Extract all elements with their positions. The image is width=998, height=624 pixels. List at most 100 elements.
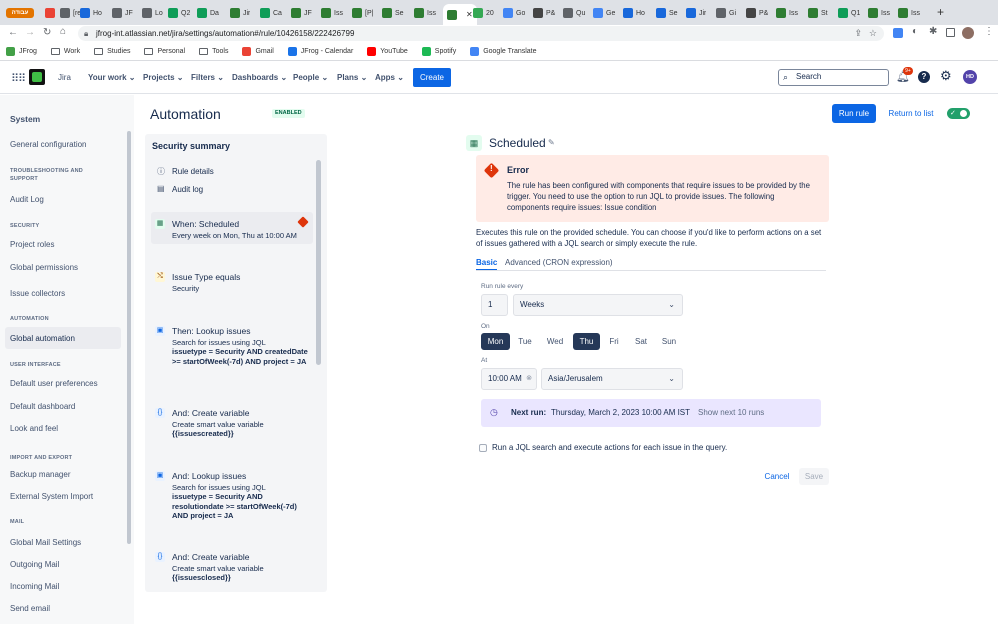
browser-tab[interactable]: Iss [321, 4, 343, 22]
browser-tab[interactable]: Q2 [168, 4, 190, 22]
day-toggle[interactable]: Thu [573, 333, 600, 350]
app-switcher-icon[interactable]: ⠿⠿ [11, 72, 26, 85]
interval-unit-select[interactable]: Weeks ⌄ [513, 294, 683, 316]
nav-apps[interactable]: Apps ⌄ [375, 73, 404, 82]
browser-tab[interactable]: P& [533, 4, 555, 22]
close-tab-icon[interactable]: ✕ [466, 10, 473, 19]
sidebar-item[interactable]: Global Mail Settings [10, 538, 81, 547]
browser-tab[interactable]: עבודה [6, 4, 34, 22]
jfrog-logo-icon[interactable] [29, 69, 45, 85]
browser-tab[interactable]: Se [382, 4, 404, 22]
component-title[interactable]: And: Lookup issues [172, 471, 246, 481]
interval-input[interactable]: 1 [481, 294, 508, 316]
component-title[interactable]: And: Create variable [172, 552, 250, 562]
browser-tab[interactable]: JF [112, 4, 133, 22]
browser-tab[interactable]: Ge [593, 4, 615, 22]
component-title[interactable]: When: Scheduled [172, 219, 239, 229]
sidebar-item[interactable]: Backup manager [10, 470, 70, 479]
url-bar[interactable]: 🔒︎ jfrog-int.atlassian.net/jira/settings… [78, 26, 884, 41]
tab-advanced[interactable]: Advanced (CRON expression) [505, 258, 613, 267]
bookmark[interactable]: Google Translate [470, 47, 537, 56]
reload-icon[interactable]: ↻ [43, 27, 51, 38]
day-toggle[interactable]: Sun [656, 333, 682, 350]
browser-tab[interactable]: Q1 [838, 4, 860, 22]
sidebar-item[interactable]: Global permissions [10, 263, 78, 272]
bookmark[interactable]: JFrog - Calendar [287, 47, 353, 56]
component-title[interactable]: And: Create variable [172, 408, 250, 418]
extension-icon[interactable]: ◐ [912, 26, 918, 37]
bookmark[interactable]: Personal [144, 48, 185, 55]
browser-tab[interactable]: Ho [80, 4, 102, 22]
star-icon[interactable]: ☆ [869, 26, 877, 41]
clear-icon[interactable]: ⊗ [526, 369, 532, 389]
day-toggle[interactable]: Mon [481, 333, 510, 350]
create-button[interactable]: Create [413, 68, 451, 87]
bookmark[interactable]: Work [50, 48, 80, 55]
day-toggle[interactable]: Wed [541, 333, 569, 350]
settings-gear-icon[interactable]: ⚙ [940, 68, 952, 84]
sidebar-item[interactable]: Project roles [10, 240, 54, 249]
sidebar-item[interactable]: External System Import [10, 492, 93, 501]
forward-icon[interactable]: → [25, 27, 35, 38]
puzzle-icon[interactable]: ✱ [929, 26, 937, 37]
home-icon[interactable]: ⌂ [60, 26, 66, 37]
component-title[interactable]: Issue Type equals [172, 272, 240, 282]
component-title[interactable]: Then: Lookup issues [172, 326, 250, 336]
sidebar-item[interactable]: Issue collectors [10, 289, 65, 298]
panel-scrollbar[interactable] [316, 160, 321, 365]
browser-tab[interactable]: Gi [716, 4, 736, 22]
day-toggle[interactable]: Fri [604, 333, 624, 350]
sidebar-item[interactable]: General configuration [10, 140, 87, 149]
browser-tab[interactable]: Go [503, 4, 525, 22]
nav-people[interactable]: People ⌄ [293, 73, 328, 82]
nav-plans[interactable]: Plans ⌄ [337, 73, 367, 82]
user-avatar[interactable]: HD [963, 70, 977, 84]
browser-tab[interactable]: Da [197, 4, 219, 22]
day-toggle[interactable]: Tue [513, 333, 537, 350]
menu-kebab-icon[interactable]: ⋮ [984, 26, 994, 37]
nav-projects[interactable]: Projects ⌄ [143, 73, 184, 82]
browser-tab[interactable]: 20 [473, 4, 494, 22]
sidebar-scrollbar[interactable] [127, 131, 131, 544]
sidebar-item[interactable]: Global automation [10, 334, 75, 343]
back-icon[interactable]: ← [8, 27, 18, 38]
time-input[interactable]: 10:00 AM ⊗ [481, 368, 537, 390]
browser-tab[interactable]: JF [291, 4, 312, 22]
browser-tab[interactable]: Iss [898, 4, 920, 22]
app-name[interactable]: Jira [58, 73, 71, 82]
browser-tab[interactable] [45, 4, 55, 22]
new-tab-icon[interactable]: + [937, 5, 944, 19]
sidebar-item[interactable]: Default user preferences [10, 379, 98, 388]
sidebar-item[interactable]: Audit Log [10, 195, 44, 204]
day-toggle[interactable]: Sat [629, 333, 653, 350]
cancel-button[interactable]: Cancel [758, 468, 796, 485]
browser-tab[interactable]: Qu [563, 4, 585, 22]
rule-details-link[interactable]: Rule details [172, 167, 214, 176]
browser-tab[interactable]: Iss [868, 4, 890, 22]
profile-avatar-icon[interactable] [962, 27, 974, 39]
sidebar-item[interactable]: Outgoing Mail [10, 560, 59, 569]
bookmark[interactable]: Tools [199, 48, 228, 55]
browser-tab[interactable]: Se [656, 4, 678, 22]
save-button[interactable]: Save [799, 468, 829, 485]
sidebar-item[interactable]: Default dashboard [10, 402, 75, 411]
browser-tab[interactable]: [P| [352, 4, 373, 22]
search-input[interactable]: ⌕ Search [778, 69, 889, 86]
run-rule-button[interactable]: Run rule [832, 104, 876, 123]
browser-tab[interactable]: P& [746, 4, 768, 22]
edit-pencil-icon[interactable]: ✎ [548, 138, 555, 147]
bookmark[interactable]: JFrog [6, 47, 37, 56]
return-to-list-link[interactable]: Return to list [884, 104, 938, 123]
nav-your-work[interactable]: Your work ⌄ [88, 73, 135, 82]
timezone-select[interactable]: Asia/Jerusalem ⌄ [541, 368, 683, 390]
browser-tab[interactable]: Ca [260, 4, 282, 22]
browser-tab[interactable]: Jir [686, 4, 706, 22]
extension-icon[interactable] [893, 28, 903, 38]
sidebar-item[interactable]: Look and feel [10, 424, 58, 433]
browser-tab[interactable]: Iss [414, 4, 436, 22]
show-next-runs-link[interactable]: Show next 10 runs [698, 408, 764, 417]
bookmark[interactable]: Gmail [242, 47, 274, 56]
audit-log-link[interactable]: Audit log [172, 185, 203, 194]
bookmark[interactable]: YouTube [367, 47, 408, 56]
sidepanel-icon[interactable] [946, 28, 955, 37]
